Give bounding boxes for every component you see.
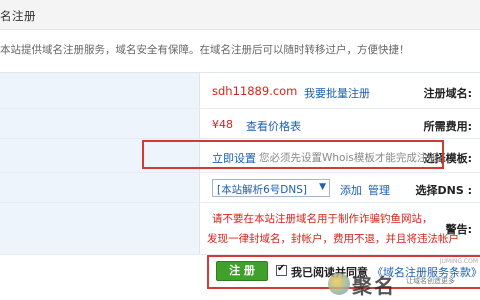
- watermark-url: JUMING.COM: [439, 258, 478, 265]
- row-warning: 警告: 请不要在本站注册域名用于制作诈骗钓鱼网站， 发现一律封域名，封帐户，费用…: [0, 203, 480, 255]
- batch-register-link[interactable]: 我要批量注册: [304, 85, 370, 101]
- warning-line-1: 请不要在本站注册域名用于制作诈骗钓鱼网站，: [212, 213, 433, 225]
- template-highlight-box: [142, 140, 444, 169]
- dns-selected-value: [本站解析6号DNS]: [217, 184, 307, 196]
- label-domain: 注册域名:: [423, 87, 472, 100]
- add-dns-link[interactable]: 添加: [340, 182, 362, 198]
- service-notice: 本站提供域名注册服务，域名安全有保障。在域名注册后可以随时转移过户，方便快捷！: [0, 44, 410, 56]
- watermark-slogan: 让域名创造更多: [406, 277, 455, 285]
- dns-select[interactable]: [本站解析6号DNS] ▼: [212, 179, 330, 197]
- row-dns: 选择DNS : [本站解析6号DNS] ▼ 添加 管理: [0, 173, 480, 203]
- warning-line-2: 发现一律封域名，封帐户，费用不退，并且将违法帐户: [207, 233, 459, 245]
- watermark-logo: 聚名 让域名创造更多: [328, 270, 480, 300]
- label-fee: 所需费用:: [423, 120, 472, 133]
- price-list-link[interactable]: 查看价格表: [246, 118, 301, 134]
- watermark-brand: 聚名: [352, 274, 396, 298]
- agree-checkbox[interactable]: [276, 263, 287, 276]
- fee-value: ¥48: [212, 118, 233, 131]
- chevron-down-icon: ▼: [319, 182, 326, 192]
- section-header: 名注册: [0, 0, 480, 30]
- label-dns: 选择DNS :: [415, 184, 473, 197]
- row-domain: 注册域名: sdh11889.com 我要批量注册: [0, 73, 480, 109]
- register-form: 注册域名: sdh11889.com 我要批量注册 所需费用: ¥48 查看价格…: [0, 72, 480, 255]
- manage-dns-link[interactable]: 管理: [368, 182, 390, 198]
- domain-value: sdh11889.com: [212, 84, 298, 98]
- register-button[interactable]: 注 册: [216, 261, 268, 281]
- row-fee: 所需费用: ¥48 查看价格表: [0, 109, 480, 139]
- logo-icon: [328, 273, 350, 295]
- section-title: 名注册: [0, 9, 36, 23]
